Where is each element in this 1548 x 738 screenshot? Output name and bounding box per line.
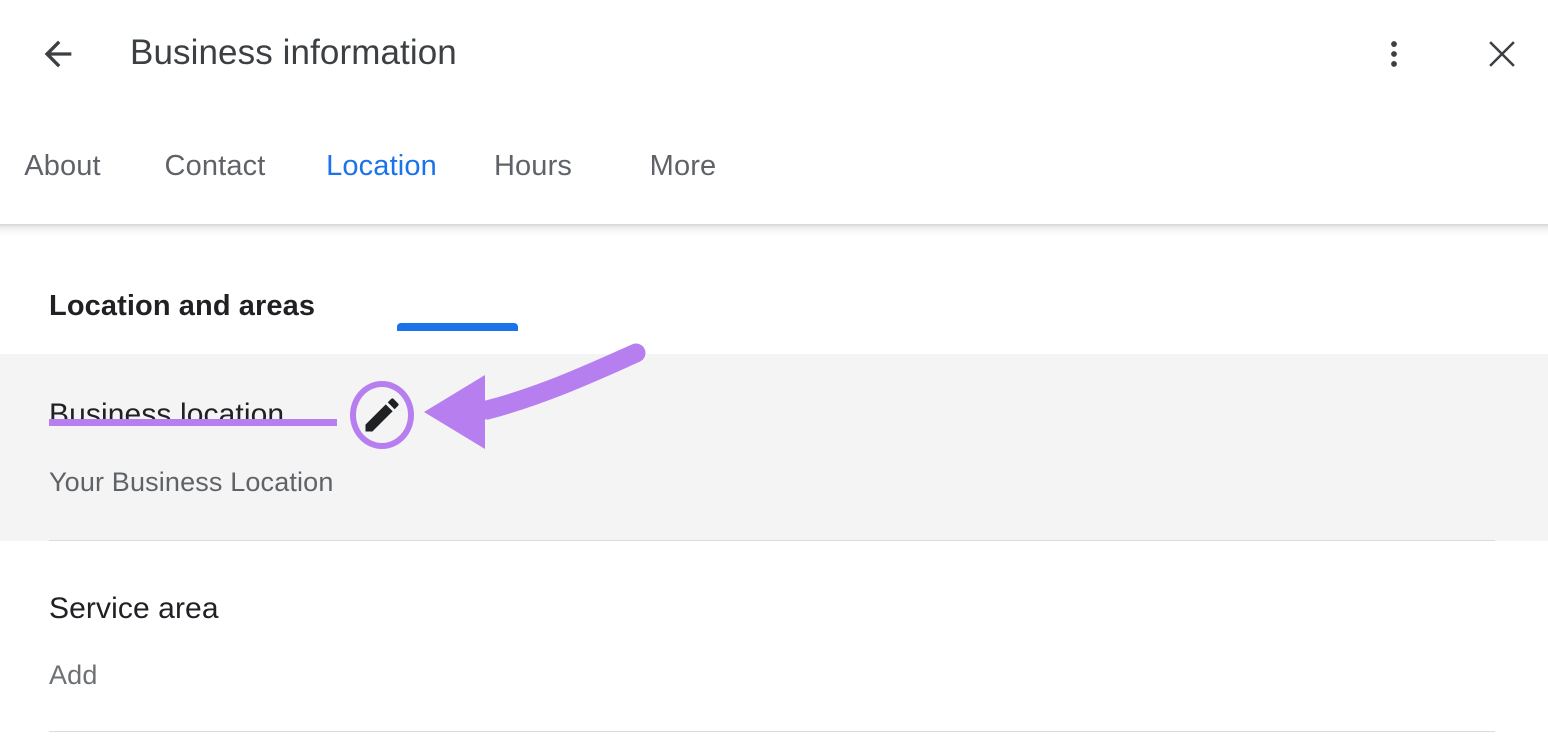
row-divider	[49, 731, 1495, 732]
tab-more[interactable]: More	[608, 108, 758, 224]
business-location-row[interactable]	[0, 354, 1548, 541]
service-area-row[interactable]	[0, 541, 1548, 738]
close-button[interactable]	[1474, 26, 1530, 82]
tab-list: About Contact Location Hours More	[0, 108, 758, 224]
tab-contact[interactable]: Contact	[125, 108, 305, 224]
service-area-label: Service area	[49, 592, 219, 625]
tab-about[interactable]: About	[0, 108, 125, 224]
active-tab-indicator	[397, 323, 518, 331]
header-actions	[1366, 26, 1548, 82]
back-button[interactable]	[34, 30, 82, 78]
tab-label: Location	[326, 149, 437, 182]
location-panel: Location and areas Business location You…	[0, 237, 1548, 738]
tab-location[interactable]: Location	[305, 108, 458, 224]
tab-hours[interactable]: Hours	[458, 108, 608, 224]
page-title: Business information	[130, 33, 457, 72]
arrow-left-icon	[44, 40, 72, 68]
pencil-edit-icon	[365, 398, 399, 432]
tab-label: More	[649, 149, 717, 182]
tab-label: Contact	[164, 149, 266, 182]
service-area-add-link[interactable]: Add	[49, 657, 98, 693]
tab-bar: About Contact Location Hours More	[0, 108, 1548, 331]
tab-label: About	[24, 149, 101, 182]
tab-label: Hours	[493, 149, 573, 182]
overflow-menu-button[interactable]	[1366, 26, 1422, 82]
section-heading: Location and areas	[49, 290, 316, 322]
kebab-menu-icon	[1391, 41, 1397, 67]
business-location-label: Business location	[49, 398, 285, 431]
close-icon	[1489, 41, 1515, 67]
edit-business-location-button[interactable]	[360, 393, 404, 437]
tab-bar-shadow	[0, 224, 1548, 237]
dialog-header: Business information	[0, 0, 1548, 108]
business-location-value: Your Business Location	[49, 467, 334, 497]
